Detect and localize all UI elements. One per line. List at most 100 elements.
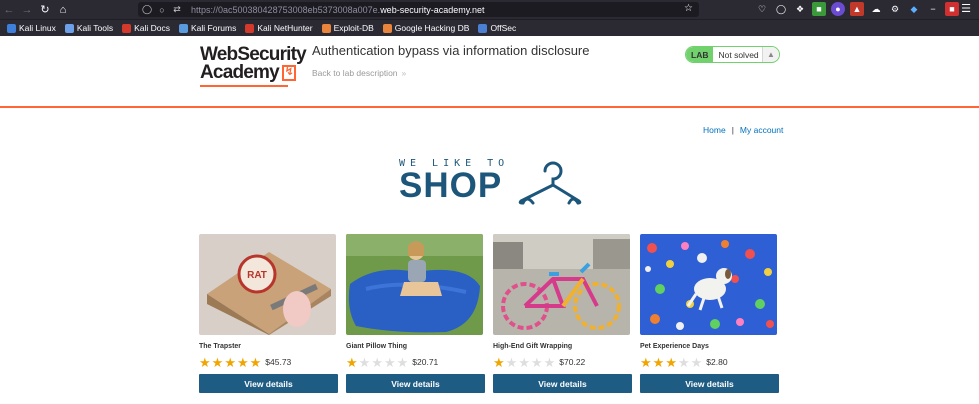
exploit-db-icon xyxy=(321,23,331,33)
product-name: Pet Experience Days xyxy=(640,343,709,350)
product-name: The Trapster xyxy=(199,343,242,350)
bookmark-label: Google Hacking DB xyxy=(394,23,470,33)
site-nav: Home | My account xyxy=(703,125,783,135)
kali-docs-icon xyxy=(122,23,132,33)
star-filled-icon: ★ xyxy=(493,354,505,370)
view-details-button[interactable]: View details xyxy=(346,374,485,393)
pocket-icon[interactable]: ♡ xyxy=(755,2,769,16)
star-filled-icon: ★ xyxy=(224,354,236,370)
product-card: Giant Pillow Thing ★ ★ ★ ★ ★ $20.71 View det… xyxy=(346,234,485,393)
product-image-trapster: RAT xyxy=(199,234,336,335)
star-empty-icon: ★ xyxy=(383,354,396,370)
shop-banner: WE LIKE TO SHOP xyxy=(399,158,584,210)
logo-underline xyxy=(200,85,288,87)
star-empty-icon: ★ xyxy=(371,354,383,370)
product-name: High-End Gift Wrapping xyxy=(493,343,573,350)
web-security-academy-logo[interactable]: WebSecurity Academy ↯ xyxy=(200,45,307,87)
extension-gear-icon[interactable]: ⚙ xyxy=(888,2,902,16)
bookmarks-toolbar: Kali Linux Kali Tools Kali Docs Kali For… xyxy=(0,19,979,36)
product-image-giant-pillow xyxy=(346,234,483,335)
star-empty-icon: ★ xyxy=(543,354,556,370)
url-host: web-security-academy.net xyxy=(380,4,485,15)
bookmark-exploit-db[interactable]: Exploit-DB xyxy=(321,23,374,33)
double-chevron-right-icon: » xyxy=(401,68,407,78)
star-empty-icon: ★ xyxy=(358,354,371,370)
bookmark-kali-nethunter[interactable]: Kali NetHunter xyxy=(245,23,313,33)
lab-badge: LAB xyxy=(686,47,714,62)
view-details-button[interactable]: View details xyxy=(640,374,779,393)
my-account-link[interactable]: My account xyxy=(740,125,783,135)
product-card: Pet Experience Days ★ ★ ★ ★ ★ $2.80 View det… xyxy=(640,234,779,393)
bookmark-google-hacking-db[interactable]: Google Hacking DB xyxy=(382,23,470,33)
product-name: Giant Pillow Thing xyxy=(346,343,408,350)
bookmark-label: Kali Tools xyxy=(76,23,114,33)
bookmark-label: Kali NetHunter xyxy=(257,23,313,33)
product-image-pet-experience xyxy=(640,234,777,335)
offsec-icon xyxy=(478,23,488,33)
star-filled-icon: ★ xyxy=(236,354,249,370)
extension-minus-icon[interactable]: − xyxy=(926,2,940,16)
star-empty-icon: ★ xyxy=(677,354,690,370)
back-arrow-icon[interactable]: ← xyxy=(0,0,18,19)
lab-header: WebSecurity Academy ↯ Authentication bypa… xyxy=(0,36,979,108)
clothes-hanger-icon xyxy=(518,161,582,205)
bookmark-offsec[interactable]: OffSec xyxy=(478,23,516,33)
hamburger-menu-icon[interactable]: ☰ xyxy=(961,2,971,15)
address-bar[interactable]: ◯ ○ ⇄ https://0ac500380428753008eb537300… xyxy=(138,2,699,17)
nav-separator: | xyxy=(731,125,734,135)
product-card: RAT The Trapster ★ ★ ★ ★ ★ $45.73 View detai… xyxy=(199,234,338,393)
product-price: $2.80 xyxy=(706,357,728,367)
extension-blue-icon[interactable]: ◆ xyxy=(907,2,921,16)
star-filled-icon: ★ xyxy=(640,354,652,370)
lab-status-widget: LAB Not solved ▲ xyxy=(685,46,780,63)
bookmark-kali-forums[interactable]: Kali Forums xyxy=(179,23,236,33)
home-link[interactable]: Home xyxy=(703,125,726,135)
bookmark-label: Kali Forums xyxy=(191,23,237,33)
extension-purple-icon[interactable]: ● xyxy=(831,2,845,16)
svg-text:RAT: RAT xyxy=(247,270,267,281)
shield-icon[interactable]: ◯ xyxy=(141,2,153,17)
google-hacking-db-icon xyxy=(382,23,392,33)
view-details-button[interactable]: View details xyxy=(493,374,632,393)
reload-icon[interactable]: ↻ xyxy=(36,0,54,19)
product-image-gift-wrapping xyxy=(493,234,630,335)
star-empty-icon: ★ xyxy=(396,354,409,370)
extension-cloud-icon[interactable]: ☁ xyxy=(869,2,883,16)
star-filled-icon: ★ xyxy=(211,354,224,370)
bookmark-star-icon[interactable]: ☆ xyxy=(684,3,693,14)
extension-red-icon[interactable]: ■ xyxy=(945,2,959,16)
lab-title: Authentication bypass via information di… xyxy=(312,43,590,58)
star-filled-icon: ★ xyxy=(665,354,677,370)
flask-icon: ▲ xyxy=(762,47,779,62)
bookmark-kali-docs[interactable]: Kali Docs xyxy=(122,23,170,33)
kali-linux-icon xyxy=(7,23,16,33)
star-filled-icon: ★ xyxy=(652,354,665,370)
product-price: $45.73 xyxy=(265,357,292,367)
product-rating: ★ ★ ★ ★ ★ $45.73 xyxy=(199,355,338,369)
star-filled-icon: ★ xyxy=(199,354,211,370)
lock-icon[interactable]: ○ xyxy=(156,2,168,17)
star-empty-icon: ★ xyxy=(518,354,530,370)
lab-status-text: Not solved xyxy=(718,49,759,60)
url-text[interactable]: https://0ac500380428753008eb5373008a007e… xyxy=(191,5,485,15)
bookmark-kali-tools[interactable]: Kali Tools xyxy=(64,23,114,33)
extension-multicolor-icon[interactable]: ▲ xyxy=(850,2,864,16)
extension-green-icon[interactable]: ■ xyxy=(812,2,826,16)
browser-toolbar: ← → ↻ ⌂ ◯ ○ ⇄ https://0ac500380428753008… xyxy=(0,0,979,19)
kali-tools-icon xyxy=(64,23,74,33)
account-icon[interactable]: ◯ xyxy=(774,2,788,16)
bookmark-label: Kali Docs xyxy=(134,23,170,33)
url-prefix: https://0ac500380428753008eb5373008a007e… xyxy=(191,4,381,15)
home-icon[interactable]: ⌂ xyxy=(54,0,72,19)
bookmark-kali-linux[interactable]: Kali Linux xyxy=(7,23,56,33)
extensions-icon[interactable]: ❖ xyxy=(793,2,807,16)
extension-icons: ♡ ◯ ❖ ■ ● ▲ ☁ ⚙ ◆ − ■ xyxy=(755,2,959,16)
product-price: $70.22 xyxy=(559,357,586,367)
permissions-icon[interactable]: ⇄ xyxy=(171,2,183,17)
product-price: $20.71 xyxy=(412,357,439,367)
kali-forums-icon xyxy=(179,23,188,33)
back-to-lab-description-link[interactable]: Back to lab description» xyxy=(312,68,406,78)
view-details-button[interactable]: View details xyxy=(199,374,338,393)
star-empty-icon: ★ xyxy=(690,354,703,370)
forward-arrow-icon[interactable]: → xyxy=(18,0,36,19)
